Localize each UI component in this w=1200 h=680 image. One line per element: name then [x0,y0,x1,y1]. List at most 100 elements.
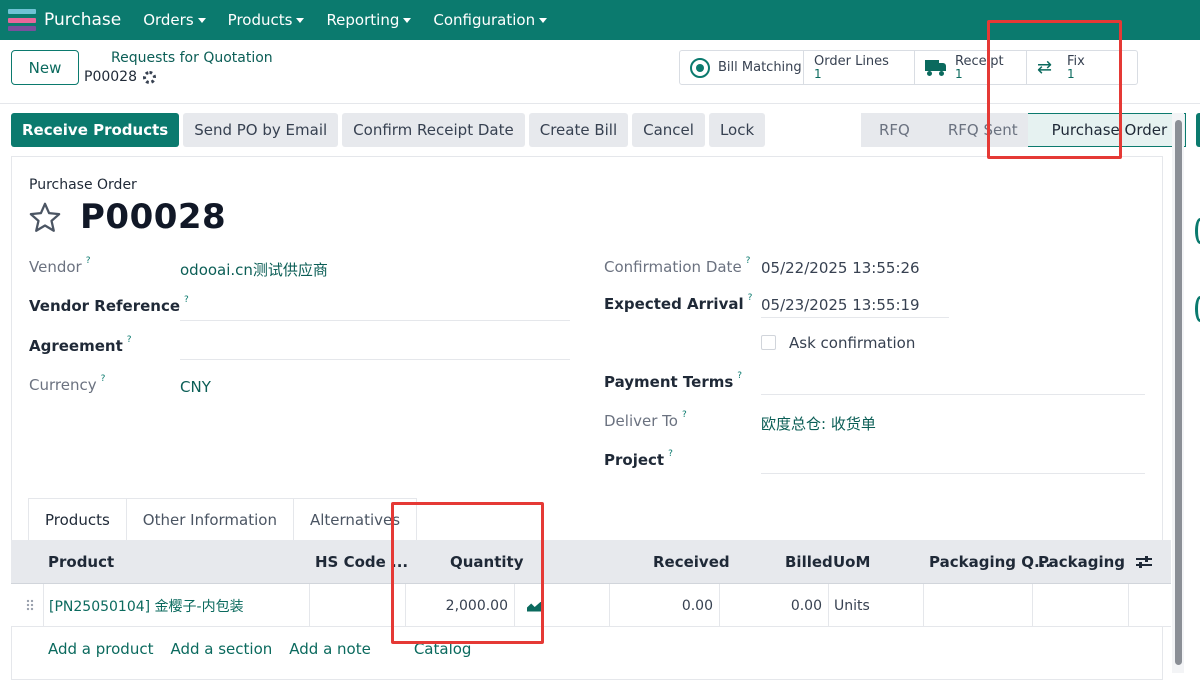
send-po-email-button[interactable]: Send PO by Email [183,113,339,147]
currency-field[interactable]: CNY [180,378,211,396]
add-section-link[interactable]: Add a section [170,640,272,658]
col-billed[interactable]: Billed [785,540,833,584]
col-packaging-qty[interactable]: Packaging Q... [929,540,1051,584]
agreement-underline [180,359,570,360]
fix-button[interactable]: ⇄ Fix 1 [1027,51,1137,84]
area-chart-icon[interactable] [527,600,541,612]
optional-columns-toggle[interactable] [1135,540,1153,584]
currency-label: Currency? [29,374,106,394]
status-purchase-order[interactable]: Purchase Order [1027,113,1187,147]
drag-handle-icon[interactable] [26,599,34,611]
cell-quantity[interactable]: 2,000.00 [406,584,515,627]
breadcrumb-parent[interactable]: Requests for Quotation [111,50,273,66]
order-lines-label: Order Lines [814,53,889,69]
col-uom[interactable]: UoM [833,540,870,584]
ask-confirmation-checkbox[interactable] [761,335,776,350]
scrollbar-thumb[interactable] [1175,120,1182,665]
expected-arrival-field[interactable]: 05/23/2025 13:55:19 [761,296,920,314]
col-received[interactable]: Received [653,540,730,584]
confirmation-date-label: Confirmation Date? [604,256,751,276]
menu-products[interactable]: Products [228,11,305,29]
add-product-link[interactable]: Add a product [48,640,153,658]
project-label: Project? [604,449,673,469]
payment-terms-label-text: Payment Terms [604,373,734,391]
help-icon[interactable]: ? [184,295,189,305]
star-icon[interactable] [28,201,62,235]
status-rfq-sent[interactable]: RFQ Sent [927,113,1028,147]
help-icon[interactable]: ? [746,256,751,266]
project-underline [761,473,1145,474]
cell-packaging[interactable] [1033,584,1129,627]
edge-icon [1195,218,1200,244]
app-name[interactable]: Purchase [44,10,121,30]
forecast-cell[interactable] [515,584,610,627]
add-note-link[interactable]: Add a note [289,640,371,658]
confirm-receipt-date-button[interactable]: Confirm Receipt Date [342,113,525,147]
status-rfq[interactable]: RFQ [861,113,928,147]
menu-orders[interactable]: Orders [143,11,206,29]
cell-uom[interactable]: Units [829,584,924,627]
menu-configuration[interactable]: Configuration [433,11,548,29]
bill-matching-label: Bill Matching [718,60,802,75]
col-quantity[interactable]: Quantity [450,540,524,584]
edge-icon [1195,296,1200,322]
vendor-reference-label: Vendor Reference? [29,295,189,315]
col-packaging[interactable]: Packaging [1038,540,1125,584]
cancel-button[interactable]: Cancel [632,113,705,147]
catalog-link[interactable]: Catalog [414,640,472,658]
deliver-to-field[interactable]: 欧度总仓: 收货单 [761,413,876,434]
vendor-reference-underline [180,320,570,321]
tab-products[interactable]: Products [28,498,127,540]
cell-packaging-qty[interactable] [924,584,1033,627]
caret-down-icon [197,17,206,23]
receipt-label: Receipt [955,53,1004,69]
breadcrumb-current-label: P00028 [84,69,137,85]
help-icon[interactable]: ? [748,293,753,303]
cell-received: 0.00 [610,584,720,627]
cell-product[interactable]: [PN25050104] 金樱子-内包装 [43,584,310,627]
bill-matching-button[interactable]: Bill Matching [680,51,804,84]
confirmation-date-field: 05/22/2025 13:55:26 [761,259,920,277]
help-icon[interactable]: ? [127,335,132,345]
purchase-app-icon[interactable] [8,9,36,31]
help-icon[interactable]: ? [101,374,106,384]
caret-down-icon [296,17,305,23]
create-bill-button[interactable]: Create Bill [528,113,629,147]
vendor-label-text: Vendor [29,258,82,276]
col-product[interactable]: Product [48,540,114,584]
gear-icon[interactable] [142,70,156,84]
help-icon[interactable]: ? [737,371,742,381]
help-icon[interactable]: ? [86,256,91,266]
expected-arrival-label: Expected Arrival? [604,293,753,313]
help-icon[interactable]: ? [682,410,687,420]
fix-label: Fix [1067,53,1085,69]
smart-buttons: Bill Matching Order Lines 1 Receipt 1 ⇄ … [679,50,1138,85]
vendor-field[interactable]: odooai.cn测试供应商 [180,259,328,280]
form-title-label: Purchase Order [29,177,137,193]
fix-count: 1 [1067,66,1075,81]
project-label-text: Project [604,451,665,469]
agreement-label: Agreement? [29,335,132,355]
tab-alternatives[interactable]: Alternatives [292,498,418,540]
action-buttons: Receive Products Send PO by Email Confir… [11,113,766,147]
vendor-reference-label-text: Vendor Reference [29,297,181,315]
lock-button[interactable]: Lock [708,113,766,147]
help-icon[interactable]: ? [668,449,673,459]
truck-icon [925,59,947,76]
tab-other-information[interactable]: Other Information [125,498,294,540]
col-hs-code[interactable]: HS Code ... [315,540,408,584]
chatter-edge-button[interactable] [1196,113,1200,147]
cell-hs-code[interactable] [310,584,406,627]
expected-arrival-label-text: Expected Arrival [604,295,744,313]
deliver-to-label-text: Deliver To [604,412,678,430]
new-button[interactable]: New [11,50,79,85]
payment-terms-underline [761,394,1145,395]
receive-products-button[interactable]: Receive Products [11,113,180,147]
order-lines-header: Product HS Code ... Quantity Received Bi… [11,540,1171,584]
order-lines-button[interactable]: Order Lines 1 [804,51,915,84]
receipt-button[interactable]: Receipt 1 [915,51,1027,84]
menu-configuration-label: Configuration [433,11,536,29]
table-row[interactable]: [PN25050104] 金樱子-内包装 2,000.00 0.00 0.00 … [11,584,1171,627]
menu-reporting[interactable]: Reporting [326,11,412,29]
caret-down-icon [539,17,548,23]
